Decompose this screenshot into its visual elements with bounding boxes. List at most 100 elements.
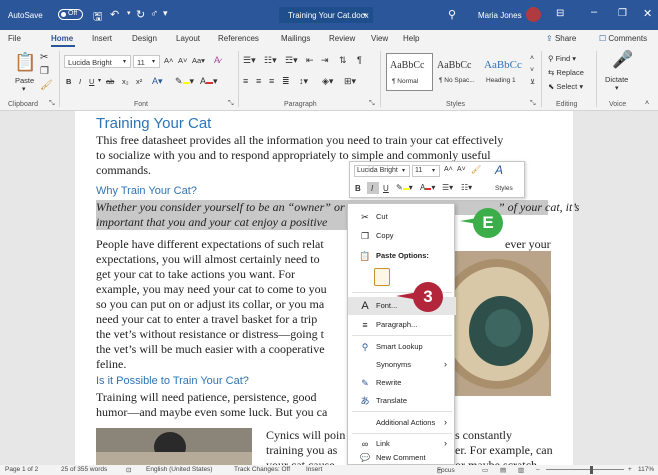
font-size-box[interactable]: 11 ▾: [133, 55, 160, 68]
selected-line-1b[interactable]: ” of your cat, it’s: [498, 200, 579, 215]
text-effects-icon[interactable]: A▾: [152, 76, 163, 87]
select-button[interactable]: ⬉ Select ▾: [548, 82, 583, 91]
menu-item-additional-actions[interactable]: Additional Actions ›: [348, 414, 456, 432]
mini-format-painter-icon[interactable]: 🖌: [471, 165, 481, 174]
align-center-icon[interactable]: ≡: [256, 76, 261, 86]
underline-dropdown-icon[interactable]: ▾: [98, 77, 101, 84]
line-spacing-icon[interactable]: ↕▾: [299, 76, 308, 87]
align-right-icon[interactable]: ≡: [269, 76, 274, 86]
justify-icon[interactable]: ≣: [282, 76, 290, 87]
autosave-toggle[interactable]: Off: [58, 9, 83, 20]
styles-more-icon[interactable]: ⊻: [530, 78, 535, 86]
minimize-icon[interactable]: –: [591, 6, 597, 18]
menu-item-paragraph[interactable]: ≡ Paragraph...: [348, 316, 456, 334]
zoom-level[interactable]: 117%: [638, 466, 654, 473]
mini-bullets-icon[interactable]: ☰▾: [442, 183, 453, 192]
document-title[interactable]: Training Your Cat.docx ▾: [279, 7, 373, 23]
mini-numbering-icon[interactable]: ☷▾: [461, 183, 472, 192]
clipboard-launcher-icon[interactable]: ⤡: [49, 100, 55, 108]
cat-basket-photo[interactable]: [455, 251, 551, 396]
bullets-icon[interactable]: ☰▾: [243, 55, 256, 66]
format-painter-icon[interactable]: 🖌: [40, 80, 53, 91]
shrink-font-icon[interactable]: A˅: [178, 56, 187, 65]
borders-icon[interactable]: ⊞▾: [344, 76, 356, 87]
increase-indent-icon[interactable]: ⇥: [321, 55, 329, 66]
styles-scroll-up-icon[interactable]: ˄: [530, 55, 534, 62]
mini-highlight-icon[interactable]: ✎ ▾: [396, 183, 413, 192]
zoom-slider-track[interactable]: [546, 469, 624, 470]
tab-layout[interactable]: Layout: [176, 34, 200, 43]
mini-font-color-icon[interactable]: A ▾: [420, 183, 435, 192]
align-left-icon[interactable]: ≡: [243, 76, 248, 86]
change-case-icon[interactable]: Aa▾: [192, 56, 205, 65]
track-changes-status[interactable]: Track Changes: Off: [234, 466, 290, 473]
mini-italic-icon[interactable]: I: [371, 184, 373, 193]
selected-line-1a[interactable]: Whether you consider yourself to be an “…: [96, 200, 363, 215]
font-color-icon[interactable]: A ▾: [200, 76, 218, 87]
format-painter-qat-icon[interactable]: ♂: [150, 8, 158, 20]
mini-shrink-font-icon[interactable]: A˅: [457, 166, 466, 173]
shading-icon[interactable]: ◈▾: [322, 76, 333, 87]
menu-item-smart-lookup[interactable]: ⚲ Smart Lookup: [348, 338, 456, 356]
mini-styles-icon[interactable]: A: [495, 163, 503, 177]
undo-icon[interactable]: ↶: [110, 8, 119, 21]
underline-icon[interactable]: U: [89, 77, 94, 86]
menu-item-copy[interactable]: ❐ Copy: [348, 227, 456, 245]
share-button[interactable]: ⇪ Share: [546, 34, 576, 43]
replace-button[interactable]: ⇆ Replace: [548, 68, 584, 77]
tab-home[interactable]: Home: [51, 34, 73, 43]
clear-formatting-icon[interactable]: A̷: [214, 55, 220, 65]
web-layout-icon[interactable]: ▥: [518, 466, 524, 474]
undo-dropdown-icon[interactable]: ▾: [127, 9, 131, 17]
mini-grow-font-icon[interactable]: A˄: [444, 166, 453, 173]
cat-photo-2[interactable]: [96, 428, 252, 465]
ribbon-display-icon[interactable]: ⊟: [556, 8, 564, 19]
tab-file[interactable]: File: [8, 34, 21, 43]
mini-font-size-box[interactable]: 11 ▾: [412, 165, 440, 177]
menu-item-new-comment[interactable]: 💬 New Comment: [348, 449, 456, 465]
dictate-dropdown-icon[interactable]: ▾: [615, 84, 619, 92]
tab-insert[interactable]: Insert: [92, 34, 112, 43]
copy-icon[interactable]: ❐: [40, 66, 49, 77]
tab-review[interactable]: Review: [329, 34, 355, 43]
highlight-icon[interactable]: ✎ ▾: [175, 76, 194, 87]
search-icon[interactable]: ⚲: [448, 8, 456, 21]
paste-button[interactable]: Paste: [15, 76, 34, 85]
styles-scroll-down-icon[interactable]: ˅: [530, 67, 534, 74]
superscript-icon[interactable]: x²: [136, 77, 142, 86]
save-icon[interactable]: 🖫: [93, 8, 102, 27]
subscript-icon[interactable]: x₂: [122, 77, 129, 86]
style-no-spacing[interactable]: AaBbCc ¶ No Spac...: [436, 54, 481, 90]
menu-item-rewrite[interactable]: ✎ Rewrite: [348, 374, 456, 392]
zoom-in-icon[interactable]: +: [628, 466, 632, 473]
tab-references[interactable]: References: [218, 34, 259, 43]
font-name-box[interactable]: Lucida Bright ▾: [64, 55, 131, 68]
zoom-slider-thumb[interactable]: [590, 466, 593, 474]
tab-mailings[interactable]: Mailings: [281, 34, 310, 43]
comments-button[interactable]: ☐ Comments: [599, 34, 647, 43]
user-name[interactable]: Maria Jones: [478, 11, 522, 20]
cut-icon[interactable]: ✂: [40, 52, 48, 63]
mini-underline-icon[interactable]: U: [383, 184, 389, 193]
close-icon[interactable]: ✕: [643, 7, 652, 20]
italic-icon[interactable]: I: [79, 77, 81, 86]
zoom-out-icon[interactable]: –: [536, 466, 540, 473]
mini-styles-label[interactable]: Styles: [495, 185, 513, 192]
paste-icon[interactable]: 📋: [14, 52, 36, 73]
grow-font-icon[interactable]: A˄: [164, 56, 173, 65]
language-status[interactable]: English (United States): [146, 466, 212, 473]
avatar[interactable]: [526, 7, 541, 22]
styles-launcher-icon[interactable]: ⤡: [530, 100, 536, 108]
strikethrough-icon[interactable]: ab: [106, 77, 114, 86]
menu-item-translate[interactable]: あ Translate: [348, 392, 456, 410]
print-layout-icon[interactable]: ▤: [500, 466, 506, 474]
maximize-icon[interactable]: ❐: [618, 8, 627, 19]
selected-line-2[interactable]: important that you and your cat enjoy a …: [96, 215, 327, 230]
tab-help[interactable]: Help: [403, 34, 419, 43]
tab-design[interactable]: Design: [132, 34, 157, 43]
microphone-icon[interactable]: 🎤: [612, 50, 633, 70]
insert-mode-status[interactable]: Insert: [306, 466, 322, 473]
menu-item-synonyms[interactable]: Synonyms ›: [348, 356, 456, 374]
multilevel-list-icon[interactable]: ☲▾: [285, 55, 298, 66]
keep-text-only-icon[interactable]: [374, 268, 390, 286]
